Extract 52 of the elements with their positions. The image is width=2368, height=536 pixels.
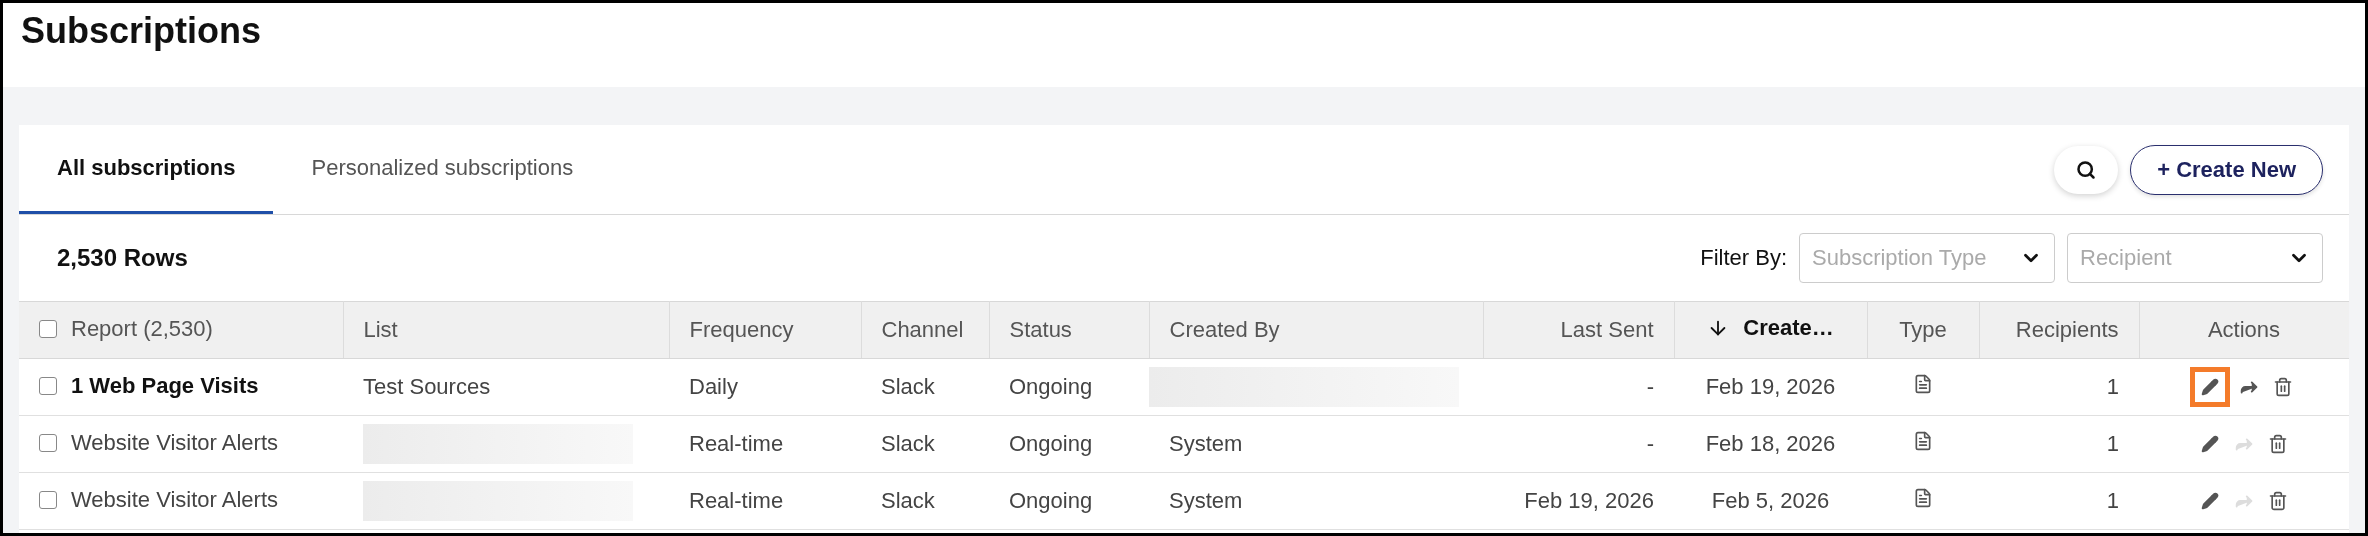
table-cell: System: [1169, 431, 1243, 456]
report-name: Website Visitor Alerts: [71, 487, 279, 513]
column-header[interactable]: List: [363, 317, 398, 342]
table-cell: Slack: [881, 488, 935, 513]
table-cell: -: [1646, 431, 1654, 456]
tab[interactable]: All subscriptions: [19, 125, 274, 214]
pencil-icon: [2201, 492, 2219, 510]
column-header[interactable]: Created By: [1169, 317, 1280, 342]
table-cell: Feb 18, 2026: [1705, 431, 1836, 456]
table-cell: Ongoing: [1009, 488, 1093, 513]
report-name: Website Visitor Alerts: [71, 430, 279, 456]
edit-button[interactable]: [2190, 367, 2230, 407]
table-cell: Ongoing: [1009, 431, 1093, 456]
table-cell: Feb 5, 2026: [1711, 488, 1830, 513]
search-button[interactable]: [2054, 145, 2119, 194]
pencil-icon: [2201, 435, 2219, 453]
report-name: 1 Web Page Visits: [71, 373, 259, 399]
trash-icon: [2268, 491, 2288, 511]
pencil-icon: [2201, 378, 2219, 396]
column-header[interactable]: Type: [1899, 317, 1947, 342]
table-cell: Daily: [689, 374, 738, 399]
table-cell: Test Sources: [363, 374, 491, 399]
table-cell: 1: [2106, 488, 2119, 513]
table-cell: 1: [2106, 431, 2119, 456]
document-icon: [1913, 374, 1933, 394]
search-icon: [2076, 159, 2097, 180]
document-icon: [1913, 431, 1933, 451]
tab[interactable]: Personalized subscriptions: [273, 125, 612, 214]
create-new-button[interactable]: + Create New: [2130, 144, 2323, 195]
table-cell: Real-time: [689, 431, 784, 456]
trash-icon: [2268, 434, 2288, 454]
page-title: Subscriptions: [21, 10, 262, 52]
table-cell: Slack: [881, 431, 935, 456]
table-cell: Ongoing: [1009, 374, 1093, 399]
column-header[interactable]: Status: [1009, 317, 1072, 342]
filter-label: Filter By:: [1700, 245, 1787, 271]
column-header[interactable]: Report (2,530): [71, 316, 213, 342]
checkbox[interactable]: [39, 491, 57, 509]
table-cell: Feb 19, 2026: [1705, 374, 1836, 399]
checkbox[interactable]: [39, 320, 57, 338]
row-count: 2,530 Rows: [57, 244, 188, 272]
table-cell: Feb 19, 2026: [1524, 488, 1654, 513]
trash-icon: [2273, 377, 2293, 397]
table-cell: 1: [2106, 374, 2119, 399]
table-cell: Real-time: [689, 488, 784, 513]
document-icon: [1913, 488, 1933, 508]
column-header[interactable]: Actions: [2207, 317, 2281, 342]
table-cell: -: [1646, 374, 1654, 399]
table-cell: System: [1169, 488, 1243, 513]
checkbox[interactable]: [39, 377, 57, 395]
table-cell: Slack: [881, 374, 935, 399]
checkbox[interactable]: [39, 434, 57, 452]
